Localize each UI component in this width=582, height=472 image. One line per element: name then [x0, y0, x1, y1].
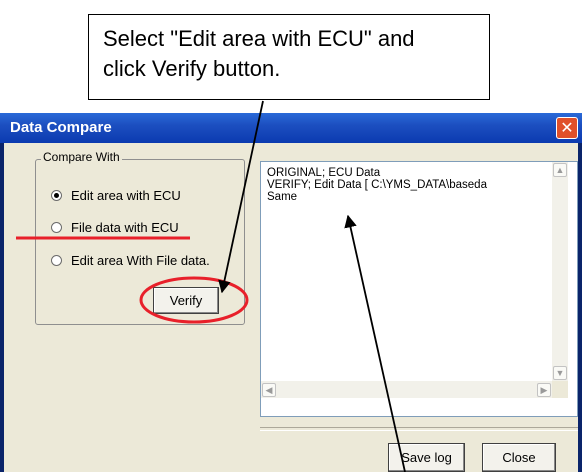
arrow-to-output-text — [344, 214, 406, 472]
annotation-overlay — [16, 100, 406, 472]
callout-arrow-to-verify — [218, 100, 264, 294]
red-highlight-ellipse — [139, 276, 249, 324]
